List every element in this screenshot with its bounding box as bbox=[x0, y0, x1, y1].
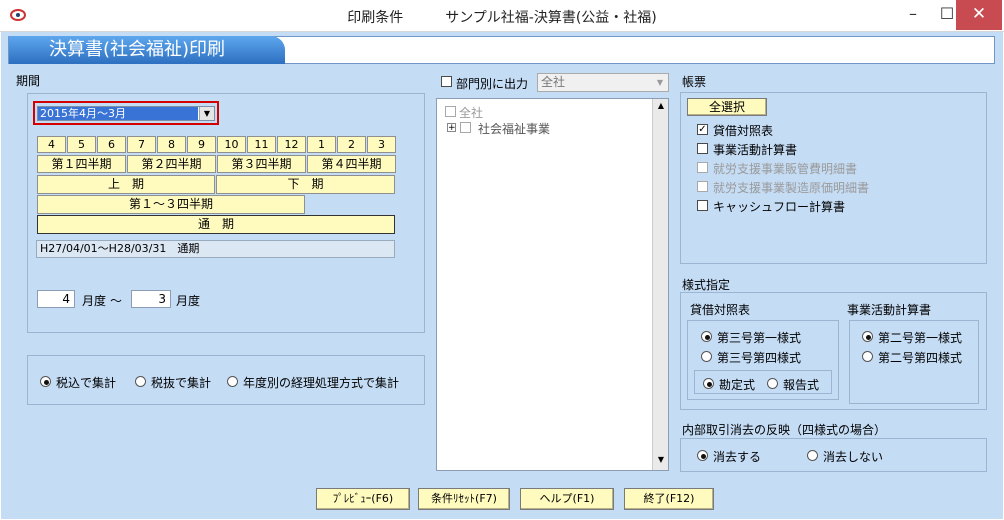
dept-tree[interactable]: 全社 + 社会福祉事業 ▲ ▼ bbox=[436, 98, 669, 471]
q1-to-q3-button[interactable]: 第１〜３四半期 bbox=[37, 195, 305, 214]
tree-item-social[interactable]: 社会福祉事業 bbox=[478, 120, 550, 137]
month-button-10[interactable]: 2 bbox=[337, 136, 366, 153]
tree-item-root[interactable]: 全社 bbox=[459, 104, 483, 121]
bs-style-option-1: 第三号第四様式 bbox=[717, 351, 802, 365]
bs-sub-radio-1[interactable] bbox=[767, 378, 778, 389]
select-all-button[interactable]: 全選択 bbox=[687, 98, 767, 116]
bs-style-radio-0[interactable] bbox=[701, 331, 712, 342]
chevron-down-icon[interactable]: ▼ bbox=[199, 107, 214, 120]
scroll-up-icon[interactable]: ▲ bbox=[653, 101, 669, 110]
elim-radio-0[interactable] bbox=[697, 450, 708, 461]
close-button[interactable]: ✕ bbox=[956, 0, 1002, 30]
forms-label: 帳票 bbox=[682, 75, 707, 89]
form-item-label-0: 貸借対照表 bbox=[713, 124, 774, 138]
dept-select[interactable]: 全社 ▼ bbox=[537, 73, 669, 92]
dept-select-value: 全社 bbox=[541, 75, 566, 89]
tax-radio-1[interactable] bbox=[135, 376, 146, 387]
month-button-2[interactable]: 6 bbox=[97, 136, 126, 153]
quarter-button-1[interactable]: 第２四半期 bbox=[127, 155, 216, 173]
pl-style-option-0: 第二号第一様式 bbox=[878, 331, 963, 345]
style-label: 様式指定 bbox=[682, 278, 731, 292]
form-checkbox-0[interactable]: ✓ bbox=[697, 124, 708, 135]
form-checkbox-1[interactable] bbox=[697, 143, 708, 154]
elim-radio-1[interactable] bbox=[807, 450, 818, 461]
bs-style-label: 貸借対照表 bbox=[690, 303, 751, 317]
tree-checkbox-social[interactable] bbox=[460, 122, 471, 133]
month-button-7[interactable]: 11 bbox=[247, 136, 276, 153]
tax-option-label-1: 税抜で集計 bbox=[151, 376, 212, 390]
full-year-button[interactable]: 通 期 bbox=[37, 215, 395, 234]
form-item-label-3: 就労支援事業製造原価明細書 bbox=[713, 181, 870, 195]
quarter-button-0[interactable]: 第１四半期 bbox=[37, 155, 126, 173]
pl-style-label: 事業活動計算書 bbox=[847, 303, 932, 317]
bs-sub-option-1: 報告式 bbox=[783, 378, 820, 392]
title-bar: 印刷条件 サンプル社福-決算書(公益・社福) – ☐ ✕ bbox=[0, 0, 1004, 32]
help-button[interactable]: ヘルプ(F1) bbox=[520, 488, 614, 510]
elim-label: 内部取引消去の反映（四様式の場合） bbox=[682, 423, 887, 437]
form-checkbox-2[interactable] bbox=[697, 162, 708, 173]
reset-button[interactable]: 条件ﾘｾｯﾄ(F7) bbox=[418, 488, 510, 510]
month-button-8[interactable]: 12 bbox=[277, 136, 306, 153]
period-label: 期間 bbox=[16, 74, 41, 88]
quarter-button-2[interactable]: 第３四半期 bbox=[217, 155, 306, 173]
month-button-9[interactable]: 1 bbox=[307, 136, 336, 153]
first-half-button[interactable]: 上 期 bbox=[37, 175, 215, 194]
bs-style-option-0: 第三号第一様式 bbox=[717, 331, 802, 345]
exit-button[interactable]: 終了(F12) bbox=[624, 488, 714, 510]
window-title: 印刷条件 サンプル社福-決算書(公益・社福) bbox=[347, 10, 657, 26]
to-month-input[interactable]: 3 bbox=[131, 290, 171, 308]
tax-option-label-0: 税込で集計 bbox=[56, 376, 117, 390]
bs-sub-option-0: 勘定式 bbox=[719, 378, 756, 392]
tree-scrollbar[interactable]: ▲ ▼ bbox=[652, 99, 668, 470]
form-item-label-2: 就労支援事業販管費明細書 bbox=[713, 162, 858, 176]
quarter-button-3[interactable]: 第４四半期 bbox=[307, 155, 396, 173]
tax-option-label-2: 年度別の経理処理方式で集計 bbox=[243, 376, 400, 390]
preview-button[interactable]: ﾌﾟﾚﾋﾞｭｰ(F6) bbox=[316, 488, 410, 510]
second-half-button[interactable]: 下 期 bbox=[216, 175, 395, 194]
bs-sub-radio-0[interactable] bbox=[703, 378, 714, 389]
dept-checkbox[interactable] bbox=[441, 76, 452, 87]
chevron-down-icon[interactable]: ▼ bbox=[653, 75, 667, 90]
month-button-0[interactable]: 4 bbox=[37, 136, 66, 153]
to-month-unit: 月度 bbox=[176, 294, 201, 308]
period-select-value: 2015年4月〜3月 bbox=[38, 107, 198, 120]
forms-group bbox=[680, 92, 987, 264]
bs-style-radio-1[interactable] bbox=[701, 351, 712, 362]
elim-option-1: 消去しない bbox=[823, 450, 884, 464]
tax-radio-0[interactable] bbox=[40, 376, 51, 387]
pl-style-radio-0[interactable] bbox=[862, 331, 873, 342]
minimize-button[interactable]: – bbox=[896, 0, 930, 30]
period-range-display: H27/04/01〜H28/03/31 通期 bbox=[36, 240, 395, 258]
form-item-label-4: キャッシュフロー計算書 bbox=[713, 200, 846, 214]
range-tilde: 〜 bbox=[110, 294, 123, 308]
pl-style-radio-1[interactable] bbox=[862, 351, 873, 362]
from-month-input[interactable]: 4 bbox=[37, 290, 75, 308]
period-select[interactable]: 2015年4月〜3月 ▼ bbox=[37, 106, 215, 121]
month-button-3[interactable]: 7 bbox=[127, 136, 156, 153]
page-title: 決算書(社会福祉)印刷 bbox=[9, 36, 285, 64]
scroll-down-icon[interactable]: ▼ bbox=[653, 455, 669, 464]
expand-icon[interactable]: + bbox=[447, 123, 456, 133]
month-button-11[interactable]: 3 bbox=[367, 136, 396, 153]
month-button-1[interactable]: 5 bbox=[67, 136, 96, 153]
form-item-label-1: 事業活動計算書 bbox=[713, 143, 798, 157]
check-icon: ✓ bbox=[698, 124, 707, 135]
form-checkbox-4[interactable] bbox=[697, 200, 708, 211]
month-button-4[interactable]: 8 bbox=[157, 136, 186, 153]
pl-style-option-1: 第二号第四様式 bbox=[878, 351, 963, 365]
tree-checkbox-root[interactable] bbox=[445, 106, 456, 117]
tax-radio-2[interactable] bbox=[227, 376, 238, 387]
form-checkbox-3[interactable] bbox=[697, 181, 708, 192]
from-month-unit: 月度 bbox=[82, 294, 107, 308]
elim-option-0: 消去する bbox=[713, 450, 762, 464]
month-button-5[interactable]: 9 bbox=[187, 136, 216, 153]
month-button-6[interactable]: 10 bbox=[217, 136, 246, 153]
dept-checkbox-label: 部門別に出力 bbox=[456, 77, 529, 91]
